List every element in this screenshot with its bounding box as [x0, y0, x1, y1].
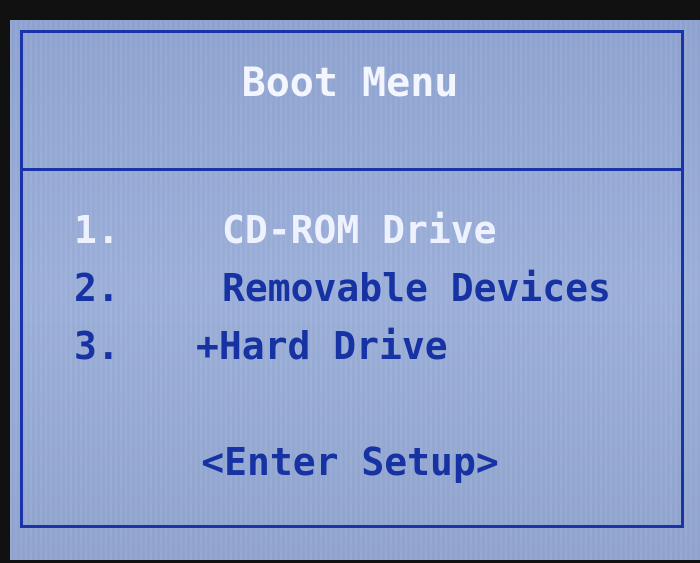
- boot-item-label: CD-ROM Drive: [222, 208, 497, 252]
- boot-item-number: 1.: [74, 208, 120, 252]
- boot-item-number: 3.: [74, 324, 120, 368]
- boot-item-removable[interactable]: 2. Removable Devices: [0, 266, 700, 316]
- enter-setup-option[interactable]: <Enter Setup>: [0, 440, 700, 484]
- boot-item-number: 2.: [74, 266, 120, 310]
- boot-item-label: +Hard Drive: [196, 324, 448, 368]
- boot-item-label: Removable Devices: [222, 266, 611, 310]
- boot-item-cdrom[interactable]: 1. CD-ROM Drive: [0, 208, 700, 258]
- boot-item-hard-drive[interactable]: 3. +Hard Drive: [0, 324, 700, 374]
